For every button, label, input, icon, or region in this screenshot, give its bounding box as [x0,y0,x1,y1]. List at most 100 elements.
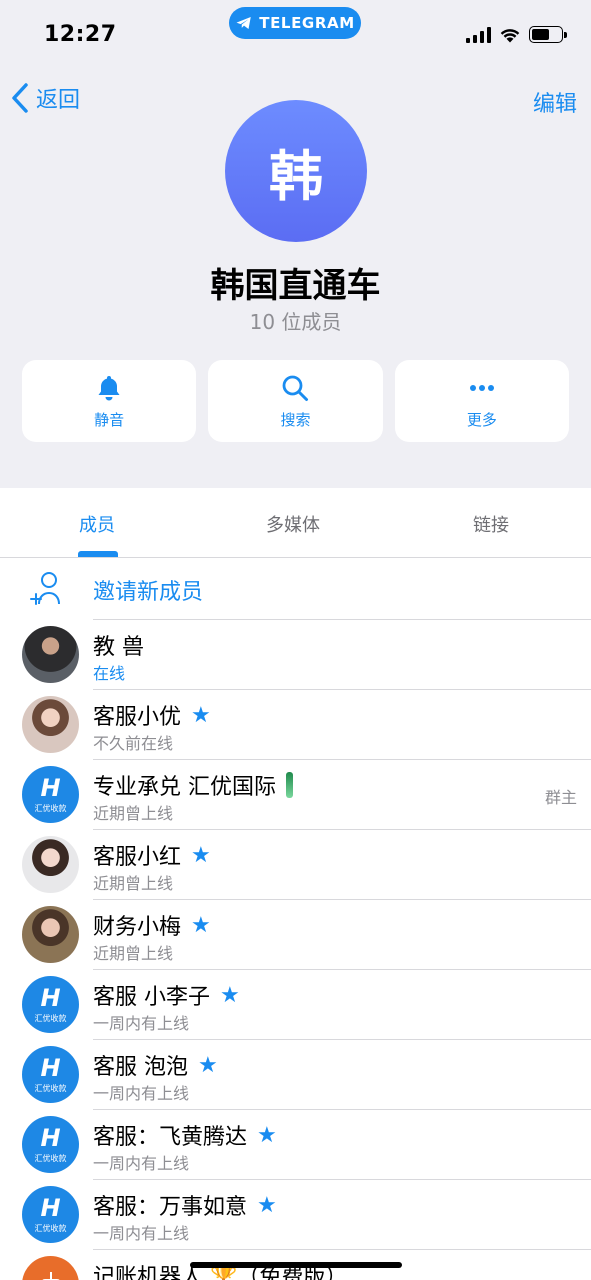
member-name-text: 客服小红 [93,845,182,870]
brand-logo-text: 汇优收款 [34,1153,67,1163]
member-name-text: 客服：万事如意 [93,1195,248,1220]
member-name-text: 客服小优 [93,705,182,730]
member-status: 近期曾上线 [93,874,174,893]
member-name-text: 客服：飞黄腾达 [93,1125,248,1150]
member-status: 在线 [93,664,126,683]
member-name: 客服 小李子 ★ [93,979,240,1011]
member-row[interactable]: H 汇优收款 客服：飞黄腾达 ★ 一周内有上线 [0,1110,591,1180]
avatar [22,906,79,963]
search-icon [283,375,309,401]
tab-bar: 成员 多媒体 链接 [0,488,591,558]
member-name: 客服小优 ★ [93,699,211,731]
member-row[interactable]: H 汇优收款 客服：万事如意 ★ 一周内有上线 [0,1180,591,1250]
star-badge-icon: ★ [198,1052,218,1078]
member-status: 近期曾上线 [93,944,174,963]
member-row[interactable]: H 汇优收款 客服 泡泡 ★ 一周内有上线 [0,1040,591,1110]
member-name: 客服：飞黄腾达 ★ [93,1119,277,1151]
group-avatar[interactable]: 韩 [225,100,367,242]
tab-links[interactable]: 链接 [473,511,509,537]
home-indicator [190,1262,402,1268]
tab-media[interactable]: 多媒体 [266,511,320,537]
member-status: 一周内有上线 [93,1224,190,1243]
status-time: 12:27 [44,22,117,47]
member-status: 一周内有上线 [93,1014,190,1033]
member-name: 专业承兑 汇优国际 [93,769,293,801]
star-badge-icon: ★ [191,912,211,938]
member-name-text: 教 兽 [93,635,144,660]
brand-logo-text: 汇优收款 [34,803,67,813]
member-name-text: 客服 小李子 [93,985,210,1010]
invite-row[interactable]: 邀请新成员 [0,558,591,620]
star-badge-icon: ★ [257,1122,277,1148]
group-title: 韩国直通车 [210,266,381,306]
wifi-icon [500,29,520,43]
member-name: 财务小梅 ★ [93,909,211,941]
invite-label: 邀请新成员 [93,580,204,605]
bell-icon [98,375,120,400]
edit-button[interactable]: 编辑 [533,86,577,118]
member-name-text: 财务小梅 [93,915,182,940]
active-tab-indicator [78,551,118,557]
star-badge-icon: ★ [257,1192,277,1218]
avatar [22,626,79,683]
member-status: 一周内有上线 [93,1154,190,1173]
search-label: 搜索 [280,410,311,429]
member-name: 客服 泡泡 ★ [93,1049,218,1081]
star-badge-icon: ★ [191,842,211,868]
add-member-icon [30,572,60,605]
avatar [22,836,79,893]
member-name-text: 专业承兑 汇优国际 [93,775,276,800]
brand-logo-letter: H [40,1053,61,1082]
action-buttons: 静音 搜索 更多 [22,360,569,442]
back-label: 返回 [36,88,81,113]
member-name: 教 兽 [93,629,144,661]
brand-avatar: H 汇优收款 [22,1046,79,1103]
robot-icon [41,1271,60,1280]
star-badge-icon: ★ [220,982,240,1008]
member-status: 一周内有上线 [93,1084,190,1103]
member-status: 不久前在线 [93,734,174,753]
member-row[interactable]: 客服小优 ★ 不久前在线 [0,690,591,760]
brand-logo-letter: H [40,773,61,802]
more-button[interactable]: 更多 [394,360,569,442]
search-button[interactable]: 搜索 [208,360,383,442]
battery-icon [529,26,567,43]
bot-avatar [22,1256,79,1280]
member-row[interactable]: H 汇优收款 专业承兑 汇优国际 近期曾上线 群主 [0,760,591,830]
more-icon [469,384,494,391]
brand-logo-letter: H [40,1123,61,1152]
star-badge-icon: ★ [191,702,211,728]
tab-members[interactable]: 成员 [79,511,115,537]
back-button[interactable]: 返回 [10,82,80,114]
member-role: 群主 [544,788,577,807]
member-status: 近期曾上线 [93,804,174,823]
brand-avatar: H 汇优收款 [22,1186,79,1243]
member-name-text: 客服 泡泡 [93,1055,188,1080]
member-row[interactable]: H 汇优收款 客服 小李子 ★ 一周内有上线 [0,970,591,1040]
more-label: 更多 [466,410,497,429]
chevron-left-icon [12,83,28,113]
brand-logo-text: 汇优收款 [34,1223,67,1233]
brand-logo-text: 汇优收款 [34,1083,67,1093]
emoji-icon [286,772,293,798]
mute-label: 静音 [94,410,125,429]
member-row[interactable]: 客服小红 ★ 近期曾上线 [0,830,591,900]
member-count: 10 位成员 [249,310,342,334]
brand-logo-text: 汇优收款 [34,1013,67,1023]
avatar [22,696,79,753]
brand-logo-letter: H [40,1193,61,1222]
telegram-pill-label: TELEGRAM [259,14,355,32]
status-bar: 12:27 TELEGRAM [0,0,591,60]
member-name: 客服：万事如意 ★ [93,1189,277,1221]
member-list: 教 兽在线 客服小优 ★ 不久前在线 H 汇优收款 专业承兑 汇优国际 近期曾上线 群主 客服小红… [0,620,591,1280]
mute-button[interactable]: 静音 [22,360,197,442]
telegram-pill[interactable]: TELEGRAM [229,7,361,39]
member-row[interactable]: 教 兽在线 [0,620,591,690]
telegram-plane-icon [236,17,251,29]
brand-avatar: H 汇优收款 [22,976,79,1033]
brand-avatar: H 汇优收款 [22,766,79,823]
cellular-signal-icon [466,27,491,43]
brand-avatar: H 汇优收款 [22,1116,79,1173]
member-name: 客服小红 ★ [93,839,211,871]
member-row[interactable]: 财务小梅 ★ 近期曾上线 [0,900,591,970]
